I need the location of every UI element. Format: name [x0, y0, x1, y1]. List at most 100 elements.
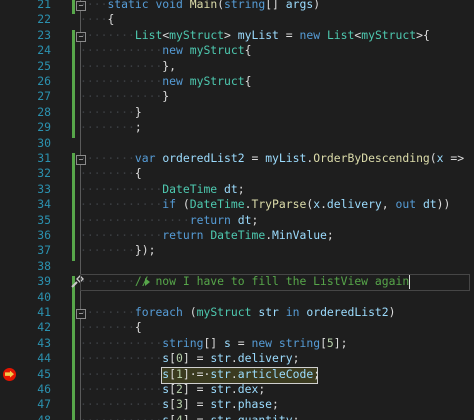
code-line[interactable]: ············return DateTime.MinValue;	[80, 228, 474, 243]
line-number-gutter: 21 22 23 24 25 26 27 28 29 30 31 32 33 34 35 36 37 38 39 40…	[18, 0, 86, 420]
code-token: 1	[176, 366, 183, 381]
code-token: myStruct	[169, 27, 225, 42]
line-number: 28	[37, 104, 51, 119]
code-token: )	[313, 0, 321, 11]
change-indicator	[72, 153, 75, 261]
code-token: (	[429, 151, 437, 165]
code-token: myStruct	[196, 305, 252, 319]
code-token: ;	[258, 382, 266, 396]
code-token: ,	[381, 197, 396, 212]
code-token: 0	[176, 351, 183, 366]
code-line[interactable]: ············DateTime dt;	[80, 182, 474, 197]
code-token: ············	[80, 382, 163, 396]
code-token: DateTime	[189, 197, 245, 212]
code-line[interactable]: ····static void Main(string[] args)	[80, 0, 474, 12]
line-number: 23	[37, 27, 51, 42]
code-line[interactable]: ················return dt;	[80, 213, 474, 228]
code-line[interactable]: ············s[4] = str.quantity;	[80, 413, 474, 420]
code-line[interactable]	[80, 259, 474, 274]
code-token: OrderByDescending	[313, 151, 430, 165]
code-line[interactable]: ············s[2] = str.dex;	[80, 382, 474, 397]
code-token: ········	[80, 166, 135, 181]
code-token: }	[134, 104, 142, 119]
code-line[interactable]: ············s[1]·=·str.articleCode;	[80, 367, 474, 382]
code-line[interactable]: ········;	[80, 120, 474, 135]
code-line[interactable]: ············string[] s = new string[5];	[80, 336, 474, 351]
code-token: )	[388, 305, 396, 319]
code-line[interactable]: ········}	[80, 105, 474, 120]
code-line[interactable]: ············if (DateTime.TryParse(x.deli…	[80, 197, 474, 212]
code-token: ] =	[182, 382, 211, 396]
code-token: new	[299, 27, 321, 42]
line-number: 38	[37, 258, 51, 273]
code-token: foreach	[134, 305, 183, 319]
code-token: ········	[80, 104, 135, 119]
code-token: ;	[134, 120, 142, 135]
code-token: out	[395, 197, 417, 212]
text-caret	[409, 275, 411, 290]
code-token: ············	[80, 74, 163, 88]
code-token: =	[244, 151, 266, 165]
code-token: []	[265, 0, 286, 11]
code-token: ;	[237, 181, 245, 196]
code-token: ····	[80, 12, 108, 27]
code-line[interactable]	[80, 136, 474, 151]
current-line-highlight	[80, 274, 470, 292]
code-token: ············	[80, 43, 163, 58]
line-number: 21	[37, 0, 51, 11]
code-line[interactable]: ············s[0] = str.delivery;	[80, 351, 474, 366]
code-line[interactable]: ············new myStruct{	[80, 43, 474, 58]
code-token: ········	[80, 151, 135, 165]
code-line[interactable]: ············}	[80, 89, 474, 104]
code-line[interactable]: ········var orderedList2 = myList.OrderB…	[80, 151, 474, 166]
code-token: dex	[237, 382, 259, 396]
breakpoint-arrow-icon[interactable]	[3, 367, 16, 381]
code-token: Main	[189, 0, 218, 11]
code-token: return	[189, 212, 231, 227]
code-token: ;	[313, 366, 321, 381]
code-token: str	[210, 351, 231, 366]
code-line[interactable]: ········{	[80, 320, 474, 335]
code-token: s	[224, 335, 231, 350]
line-number: 25	[37, 58, 51, 73]
code-token: ;	[292, 351, 300, 366]
code-token: }	[162, 89, 170, 104]
code-line[interactable]: ············new myStruct{	[80, 74, 474, 89]
code-token: void	[155, 0, 183, 11]
code-line[interactable]: ········{	[80, 166, 474, 181]
code-token: myStruct	[189, 43, 245, 58]
code-token: ] =	[182, 351, 211, 366]
code-area[interactable]: ····static void Main(string[] args) ····{…	[80, 0, 474, 420]
code-token: (	[182, 305, 197, 319]
code-line[interactable]: ············s[3] = str.phase;	[80, 397, 474, 412]
line-number: 31	[37, 151, 51, 165]
code-token: .	[230, 382, 238, 396]
code-line[interactable]: ········foreach (myStruct str in ordered…	[80, 305, 474, 320]
code-token: List	[134, 27, 163, 42]
code-line[interactable]	[80, 290, 474, 305]
code-token: []	[203, 335, 225, 350]
code-token: myList	[237, 27, 279, 42]
line-number: 46	[37, 382, 51, 396]
line-number: 27	[37, 89, 51, 104]
code-line[interactable]: ····{	[80, 12, 474, 27]
code-token: quantity	[237, 412, 293, 420]
code-token: .	[230, 366, 238, 381]
code-line[interactable]: ········List<myStruct> myList = new List…	[80, 28, 474, 43]
change-indicator	[72, 29, 75, 138]
code-token: ············	[80, 412, 163, 420]
code-editor[interactable]: 21 22 23 24 25 26 27 28 29 30 31 32 33 34 35 36 37 38 39 40…	[0, 0, 474, 420]
code-line[interactable]: ············},	[80, 59, 474, 74]
code-line[interactable]: ········});	[80, 243, 474, 258]
code-token: x	[436, 151, 444, 165]
code-token: string	[162, 335, 204, 350]
line-number: 42	[37, 320, 51, 335]
code-token: ········	[80, 27, 135, 42]
line-number: 26	[37, 74, 51, 88]
code-token: .	[230, 351, 238, 366]
breakpoint-margin[interactable]	[0, 0, 18, 420]
